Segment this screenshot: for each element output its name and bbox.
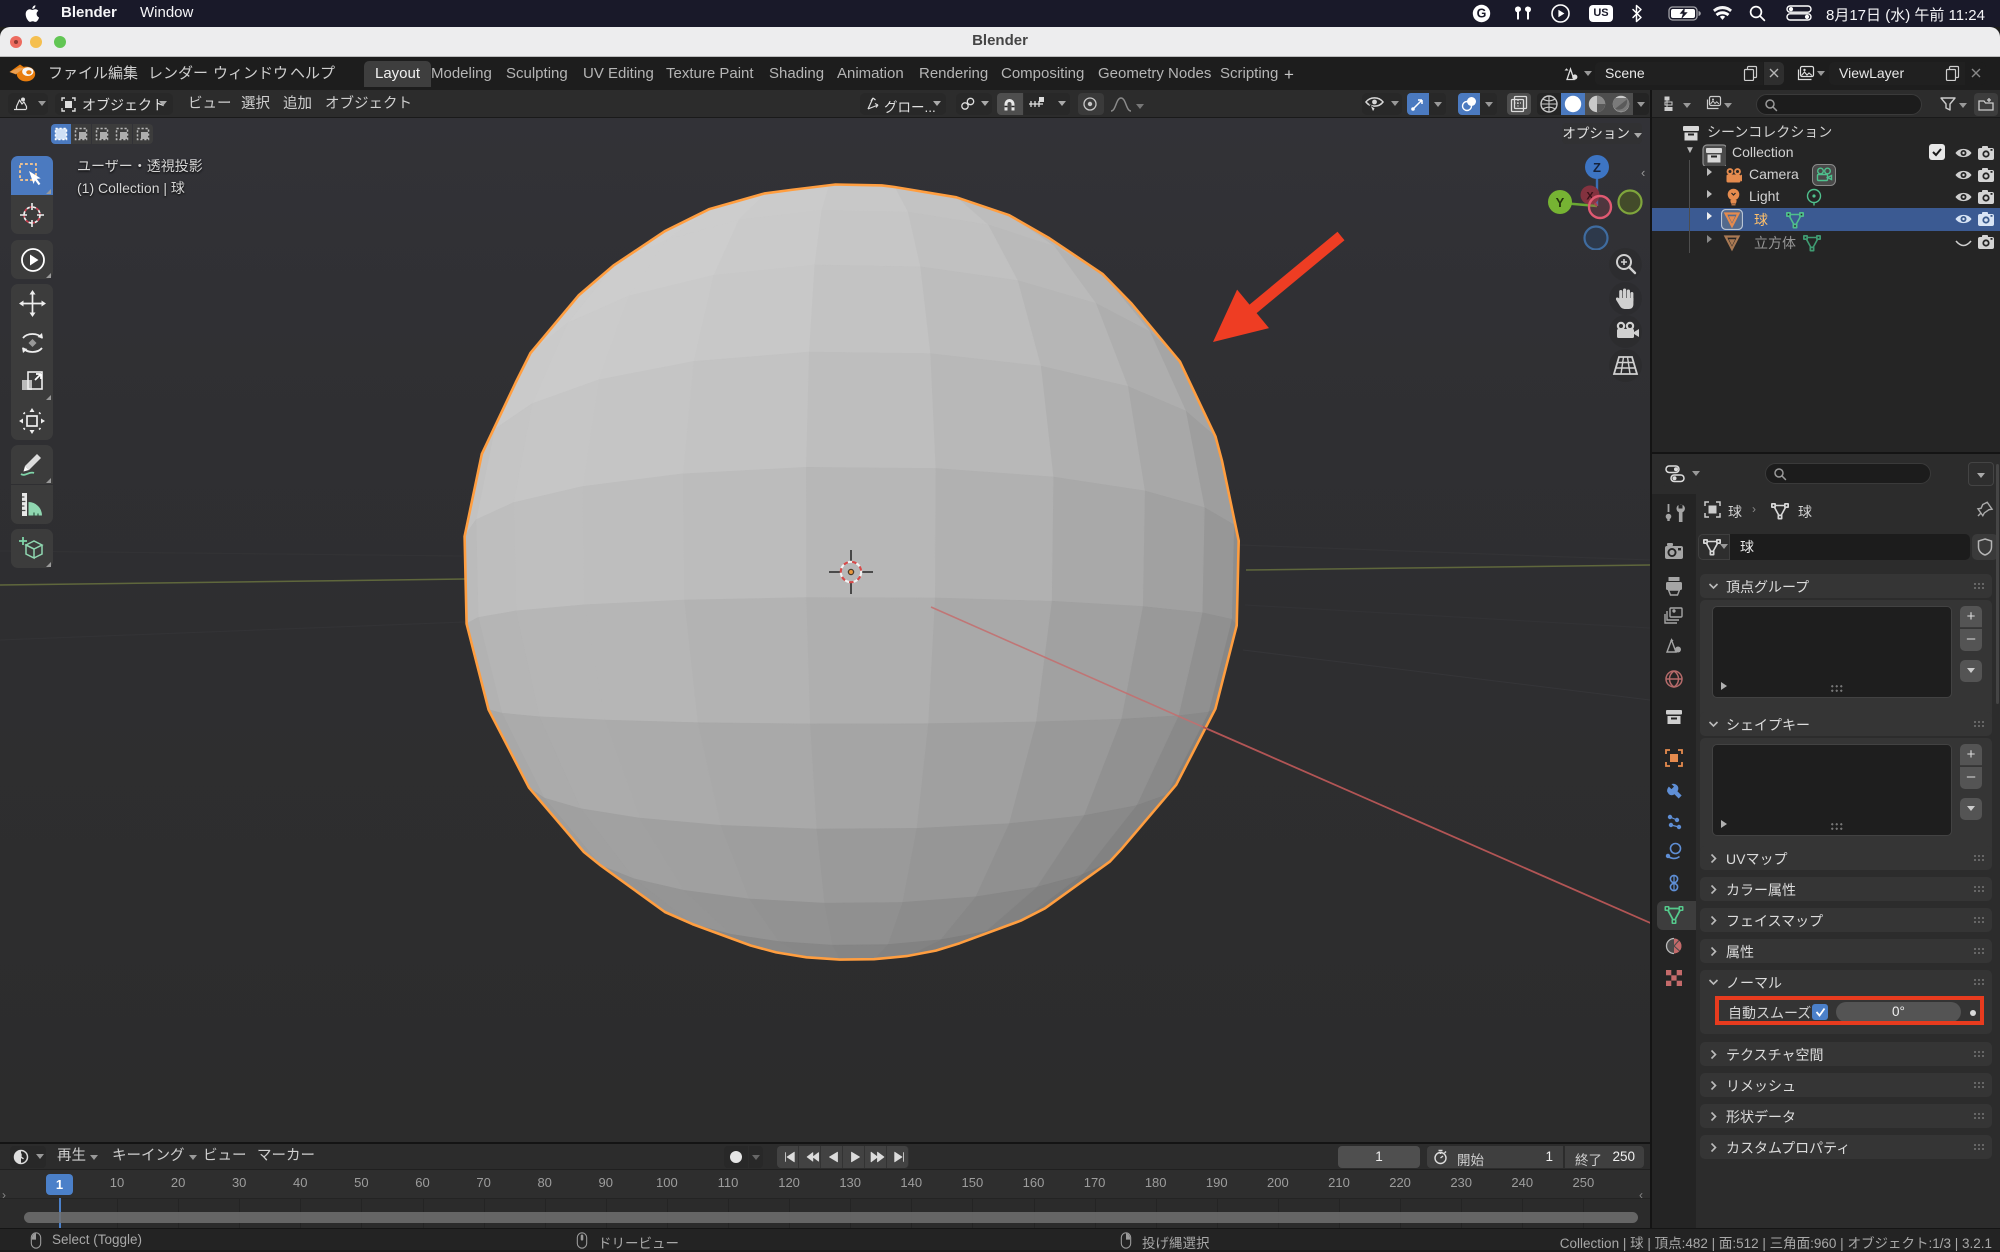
svg-text:Y: Y <box>1556 195 1565 210</box>
svg-text:G: G <box>1477 7 1487 21</box>
svg-text:Z: Z <box>1593 160 1601 175</box>
